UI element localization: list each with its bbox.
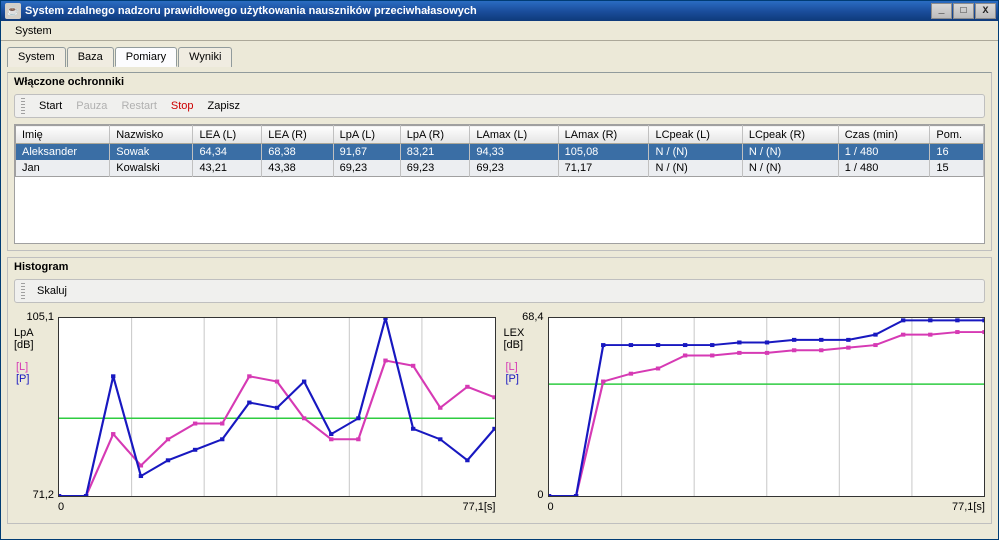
table-cell: 91,67 xyxy=(333,144,400,161)
panel-ochronniki-title: Włączone ochronniki xyxy=(8,73,991,88)
app-window: ☕ System zdalnego nadzoru prawidłowego u… xyxy=(0,0,999,540)
table-cell: Aleksander xyxy=(16,144,110,161)
chart-lpa-xmax: 77,1[s] xyxy=(462,501,495,513)
table-cell: 71,17 xyxy=(558,160,649,177)
table-cell: 69,23 xyxy=(470,160,558,177)
table-cell: 68,38 xyxy=(262,144,333,161)
table-row[interactable]: AleksanderSowak64,3468,3891,6783,2194,33… xyxy=(16,144,984,161)
table-cell: 43,21 xyxy=(193,160,262,177)
table-cell: 1 / 480 xyxy=(838,144,930,161)
table-cell: N / (N) xyxy=(649,160,742,177)
column-header[interactable]: Pom. xyxy=(930,126,984,144)
column-header[interactable]: LAmax (R) xyxy=(558,126,649,144)
chart-lpa-name: LpA xyxy=(14,327,34,339)
tab-baza[interactable]: Baza xyxy=(67,47,114,67)
column-header[interactable]: Nazwisko xyxy=(110,126,193,144)
menubar: System xyxy=(1,21,998,41)
panel-ochronniki: Włączone ochronniki Start Pauza Restart … xyxy=(7,72,992,251)
chart-lpa-legend-p: [P] xyxy=(16,373,29,385)
table-cell: 94,33 xyxy=(470,144,558,161)
column-header[interactable]: LCpeak (L) xyxy=(649,126,742,144)
minimize-button[interactable]: _ xyxy=(931,3,952,19)
table-cell: 64,34 xyxy=(193,144,262,161)
window-title: System zdalnego nadzoru prawidłowego uży… xyxy=(25,5,931,17)
measurements-table: ImięNazwiskoLEA (L)LEA (R)LpA (L)LpA (R)… xyxy=(15,125,984,177)
chart-lpa-ymax: 105,1 xyxy=(14,311,58,323)
chart-lex-xmin: 0 xyxy=(548,501,554,513)
zapisz-button[interactable]: Zapisz xyxy=(202,98,246,114)
maximize-button[interactable]: □ xyxy=(953,3,974,19)
column-header[interactable]: LpA (L) xyxy=(333,126,400,144)
toolbar-handle-icon[interactable] xyxy=(21,98,25,114)
content-area: System Baza Pomiary Wyniki Włączone ochr… xyxy=(1,41,998,530)
table-cell: 16 xyxy=(930,144,984,161)
table-cell: 43,38 xyxy=(262,160,333,177)
table-cell: 69,23 xyxy=(400,160,470,177)
charts-row: LpA [dB] [L] [P] 105,1 71,2 xyxy=(14,307,985,517)
table-cell: 105,08 xyxy=(558,144,649,161)
chart-lpa-svg xyxy=(59,318,495,496)
java-cup-icon: ☕ xyxy=(5,3,21,19)
table-cell: 1 / 480 xyxy=(838,160,930,177)
panel-histogram-title: Histogram xyxy=(8,258,991,273)
chart-lex-legend-p: [P] xyxy=(506,373,519,385)
menu-system[interactable]: System xyxy=(7,23,60,39)
skaluj-button[interactable]: Skaluj xyxy=(31,283,73,299)
table-cell: N / (N) xyxy=(742,160,838,177)
column-header[interactable]: Imię xyxy=(16,126,110,144)
table-cell: 83,21 xyxy=(400,144,470,161)
chart-lpa-legend-l: [L] xyxy=(16,361,28,373)
chart-lpa-box xyxy=(58,317,496,497)
toolbar-histogram: Skaluj xyxy=(14,279,985,303)
chart-lex-unit: [dB] xyxy=(504,339,524,351)
table-cell: Sowak xyxy=(110,144,193,161)
chart-lex-box xyxy=(548,317,986,497)
close-button[interactable]: X xyxy=(975,3,996,19)
column-header[interactable]: Czas (min) xyxy=(838,126,930,144)
table-cell: Kowalski xyxy=(110,160,193,177)
chart-lpa-unit: [dB] xyxy=(14,339,34,351)
column-header[interactable]: LEA (R) xyxy=(262,126,333,144)
chart-lex-name: LEX xyxy=(504,327,525,339)
tab-system[interactable]: System xyxy=(7,47,66,67)
chart-lpa-xmin: 0 xyxy=(58,501,64,513)
table-cell: N / (N) xyxy=(742,144,838,161)
table-cell: 15 xyxy=(930,160,984,177)
table-wrap[interactable]: ImięNazwiskoLEA (L)LEA (R)LpA (L)LpA (R)… xyxy=(14,124,985,244)
start-button[interactable]: Start xyxy=(33,98,68,114)
chart-lpa-ymin: 71,2 xyxy=(14,489,58,501)
restart-button: Restart xyxy=(115,98,162,114)
chart-lex-ymin: 0 xyxy=(504,489,548,501)
column-header[interactable]: LCpeak (R) xyxy=(742,126,838,144)
chart-lex-svg xyxy=(549,318,985,496)
chart-lex-ymax: 68,4 xyxy=(504,311,548,323)
tab-pomiary[interactable]: Pomiary xyxy=(115,47,177,67)
toolbar-handle-icon[interactable] xyxy=(21,283,25,299)
tab-wyniki[interactable]: Wyniki xyxy=(178,47,232,67)
toolbar-ochronniki: Start Pauza Restart Stop Zapisz xyxy=(14,94,985,118)
table-cell: N / (N) xyxy=(649,144,742,161)
column-header[interactable]: LAmax (L) xyxy=(470,126,558,144)
chart-lex-xmax: 77,1[s] xyxy=(952,501,985,513)
chart-lex-legend-l: [L] xyxy=(506,361,518,373)
table-header-row: ImięNazwiskoLEA (L)LEA (R)LpA (L)LpA (R)… xyxy=(16,126,984,144)
panel-histogram: Histogram Skaluj LpA [dB] xyxy=(7,257,992,524)
pauza-button: Pauza xyxy=(70,98,113,114)
table-cell: Jan xyxy=(16,160,110,177)
titlebar: ☕ System zdalnego nadzoru prawidłowego u… xyxy=(1,1,998,21)
table-row[interactable]: JanKowalski43,2143,3869,2369,2369,2371,1… xyxy=(16,160,984,177)
tab-bar: System Baza Pomiary Wyniki xyxy=(7,47,992,67)
chart-lex: LEX [dB] [L] [P] 68,4 0 xyxy=(504,307,986,517)
table-cell: 69,23 xyxy=(333,160,400,177)
column-header[interactable]: LpA (R) xyxy=(400,126,470,144)
stop-button[interactable]: Stop xyxy=(165,98,200,114)
chart-lpa: LpA [dB] [L] [P] 105,1 71,2 xyxy=(14,307,496,517)
column-header[interactable]: LEA (L) xyxy=(193,126,262,144)
